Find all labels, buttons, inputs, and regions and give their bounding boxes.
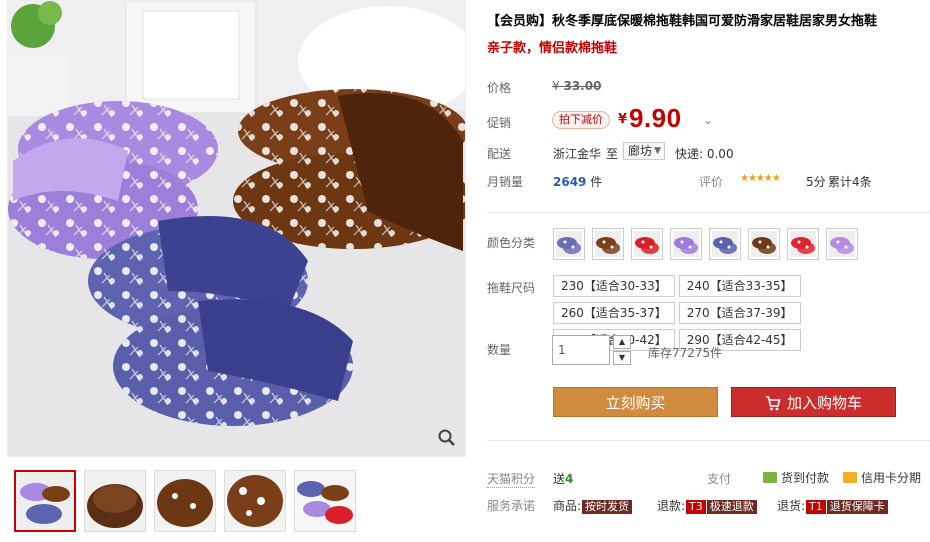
chevron-down-icon[interactable]: ⌄	[703, 113, 713, 127]
card-label: 信用卡分期	[861, 471, 922, 485]
original-price-currency: ¥	[552, 79, 560, 93]
credit-card-installment[interactable]: 信用卡分期	[843, 469, 921, 486]
thumbnail-3[interactable]	[154, 470, 216, 532]
buy-now-button[interactable]: 立刻购买	[553, 387, 718, 417]
payment-label: 支付	[707, 472, 732, 486]
rating-label: 评价	[699, 175, 724, 189]
service-refund-prefix: 退款:	[657, 499, 686, 513]
sales-count: 2649 件	[553, 173, 602, 190]
quantity-increase-button[interactable]: ▲	[613, 335, 631, 349]
points-value: 送4	[553, 470, 573, 487]
service-label: 服务承诺	[487, 499, 536, 513]
divider	[487, 212, 930, 213]
express-fee: 快递: 0.00	[675, 147, 734, 161]
return-guarantee-badge: 退货保障卡	[826, 500, 888, 514]
swatch-image	[712, 231, 738, 257]
color-swatch-red-2[interactable]	[787, 228, 819, 260]
cod-icon	[763, 472, 777, 483]
cash-on-delivery[interactable]: 货到付款	[763, 469, 829, 486]
color-swatch-red-1[interactable]	[631, 228, 663, 260]
product-subtitle: 亲子款，情侣款棉拖鞋	[487, 41, 618, 56]
ship-to: 至	[606, 147, 619, 161]
swatch-image	[751, 231, 777, 257]
thumbnail-strip	[14, 470, 356, 532]
quantity-input[interactable]: 1	[552, 335, 610, 365]
ship-from: 浙江金华	[553, 147, 602, 161]
color-swatch-blue-1[interactable]	[553, 228, 585, 260]
fast-refund-badge: 极速退款	[706, 500, 757, 514]
color-swatch-brown-1[interactable]	[592, 228, 624, 260]
promo-label: 促销	[487, 116, 512, 130]
slippers-photo	[8, 1, 465, 456]
service-goods[interactable]: 商品: 按时发货	[553, 497, 633, 514]
swatch-image	[673, 231, 699, 257]
main-product-image[interactable]	[7, 0, 466, 457]
sale-price: 9.90	[629, 103, 682, 133]
color-swatch-list	[553, 228, 858, 260]
service-goods-prefix: 商品:	[553, 499, 582, 513]
color-label: 颜色分类	[487, 236, 536, 250]
color-swatch-blue-2[interactable]	[709, 228, 741, 260]
cart-icon	[765, 396, 781, 411]
quantity-decrease-button[interactable]: ▼	[613, 351, 631, 365]
price-label: 价格	[487, 81, 512, 95]
star-rating-icon: ★★★★★	[740, 173, 781, 184]
destination-value: 廊坊	[628, 144, 653, 158]
thumbnail-1[interactable]	[14, 470, 76, 532]
promo-tag: 拍下减价	[552, 111, 610, 129]
sales-count-value: 2649	[553, 175, 587, 189]
destination-select[interactable]: 廊坊 ▼	[623, 142, 665, 160]
t3-badge: T3	[686, 500, 706, 514]
t1-badge: T1	[806, 500, 826, 514]
size-label: 拖鞋尺码	[487, 281, 536, 295]
magnifier-icon[interactable]	[437, 428, 457, 448]
points-number: 4	[565, 472, 574, 486]
size-option[interactable]: 230【适合30-33】	[553, 275, 675, 297]
tmall-points-label[interactable]: 天猫积分	[487, 470, 536, 488]
service-return[interactable]: 退货: T1 退货保障卡	[777, 497, 888, 514]
thumbnail-5[interactable]	[294, 470, 356, 532]
service-return-prefix: 退货:	[777, 499, 806, 513]
original-price: ¥ 33.00	[552, 79, 601, 93]
thumbnail-2[interactable]	[84, 470, 146, 532]
color-swatch-purple-1[interactable]	[670, 228, 702, 260]
swatch-image	[556, 231, 582, 257]
sales-count-unit: 件	[590, 175, 603, 189]
size-option[interactable]: 260【适合35-37】	[553, 302, 675, 324]
divider	[487, 440, 930, 441]
swatch-image	[595, 231, 621, 257]
add-to-cart-button[interactable]: 加入购物车	[731, 387, 896, 417]
quantity-label: 数量	[487, 343, 512, 357]
swatch-image	[790, 231, 816, 257]
color-swatch-brown-2[interactable]	[748, 228, 780, 260]
chevron-down-icon: ▼	[654, 146, 661, 156]
rating-score: 5分	[806, 175, 826, 189]
size-option[interactable]: 240【适合33-35】	[678, 275, 801, 297]
credit-card-icon	[843, 472, 857, 483]
color-swatch-purple-2[interactable]	[826, 228, 858, 260]
add-to-cart-label: 加入购物车	[786, 394, 862, 412]
service-refund[interactable]: 退款: T3 极速退款	[657, 497, 757, 514]
product-title: 【会员购】秋冬季厚底保暖棉拖鞋韩国可爱防滑家居鞋居家男女拖鞋	[487, 14, 878, 29]
swatch-image	[634, 231, 660, 257]
shipping-label: 配送	[487, 147, 512, 161]
original-price-value: 33.00	[563, 79, 602, 93]
on-time-shipping-badge: 按时发货	[582, 500, 633, 514]
swatch-image	[829, 231, 855, 257]
stock-count: 库存77275件	[648, 346, 723, 360]
cod-label: 货到付款	[781, 471, 830, 485]
sales-label: 月销量	[487, 175, 524, 189]
sale-currency: ¥	[618, 112, 628, 127]
size-option[interactable]: 270【适合37-39】	[678, 302, 801, 324]
points-prefix: 送	[553, 472, 566, 486]
review-count-link[interactable]: 累计4条	[828, 173, 872, 190]
thumbnail-4[interactable]	[224, 470, 286, 532]
